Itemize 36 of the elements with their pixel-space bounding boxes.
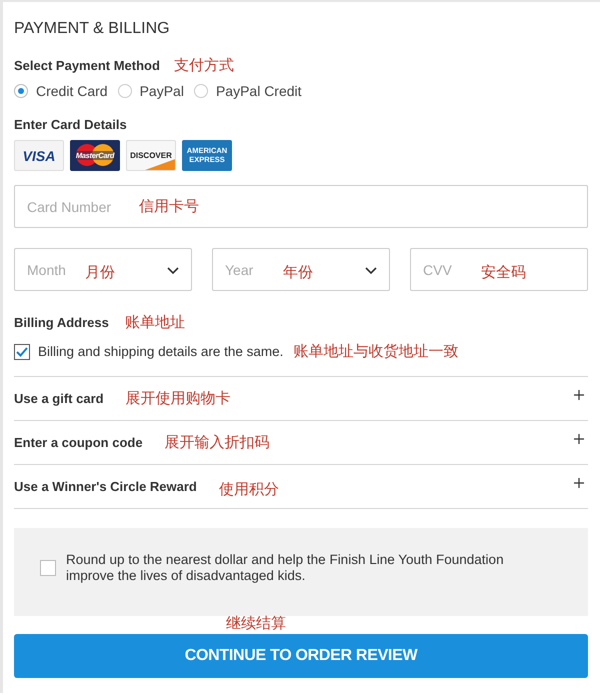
expander-label: Enter a coupon code [14, 435, 143, 450]
annotation: 展开输入折扣码 [164, 433, 270, 452]
annotation: 年份 [283, 263, 313, 282]
expander-row[interactable]: Use a gift card 展开使用购物卡 [14, 377, 588, 421]
radio-option[interactable]: Credit Card [14, 83, 108, 99]
card-logo: DISCOVER [126, 140, 176, 171]
checkbox[interactable] [14, 344, 30, 360]
section-label: Select Payment Method [14, 58, 160, 73]
radio-option[interactable]: PayPal Credit [194, 83, 302, 99]
annotation: 支付方式 [174, 56, 234, 75]
expander-label: Use a gift card [14, 391, 104, 406]
section-label: Enter Card Details [14, 117, 127, 132]
card-logo: VISA [14, 140, 64, 171]
checkbox[interactable] [40, 560, 56, 576]
input-field[interactable]: CVV 安全码 [410, 248, 588, 291]
checkbox-option[interactable]: Billing and shipping details are the same. [14, 344, 284, 360]
section-label: Billing Address [14, 315, 109, 330]
annotation: 账单地址与收货地址一致 [293, 342, 458, 361]
annotation: 信用卡号 [139, 197, 199, 216]
annotation: 安全码 [481, 263, 526, 282]
annotation: 使用积分 [218, 480, 279, 499]
expander-label: Use a Winner's Circle Reward [14, 479, 197, 494]
expander-row[interactable]: Enter a coupon code 展开输入折扣码 [14, 421, 588, 465]
radio-option[interactable]: PayPal [118, 83, 184, 99]
expander-row[interactable]: Use a Winner's Circle Reward 使用积分 [14, 465, 588, 509]
chevron-down-icon [365, 267, 377, 275]
donation-text: Round up to the nearest dollar and help the Finish Line Youth Foundation improve the lives of disadvantaged kids. [66, 552, 505, 584]
annotation: 账单地址 [124, 313, 185, 332]
section-title: PAYMENT & BILLING [14, 20, 171, 39]
chevron-down-icon [167, 267, 179, 275]
annotation: 展开使用购物卡 [126, 389, 231, 408]
dropdown-field[interactable]: Year 年份 [212, 248, 390, 291]
annotation: 继续结算 [226, 614, 286, 632]
dropdown-field[interactable]: Month 月份 [14, 248, 192, 291]
card-number-field[interactable]: Card Number 信用卡号 [14, 185, 588, 228]
annotation: 月份 [85, 263, 115, 282]
